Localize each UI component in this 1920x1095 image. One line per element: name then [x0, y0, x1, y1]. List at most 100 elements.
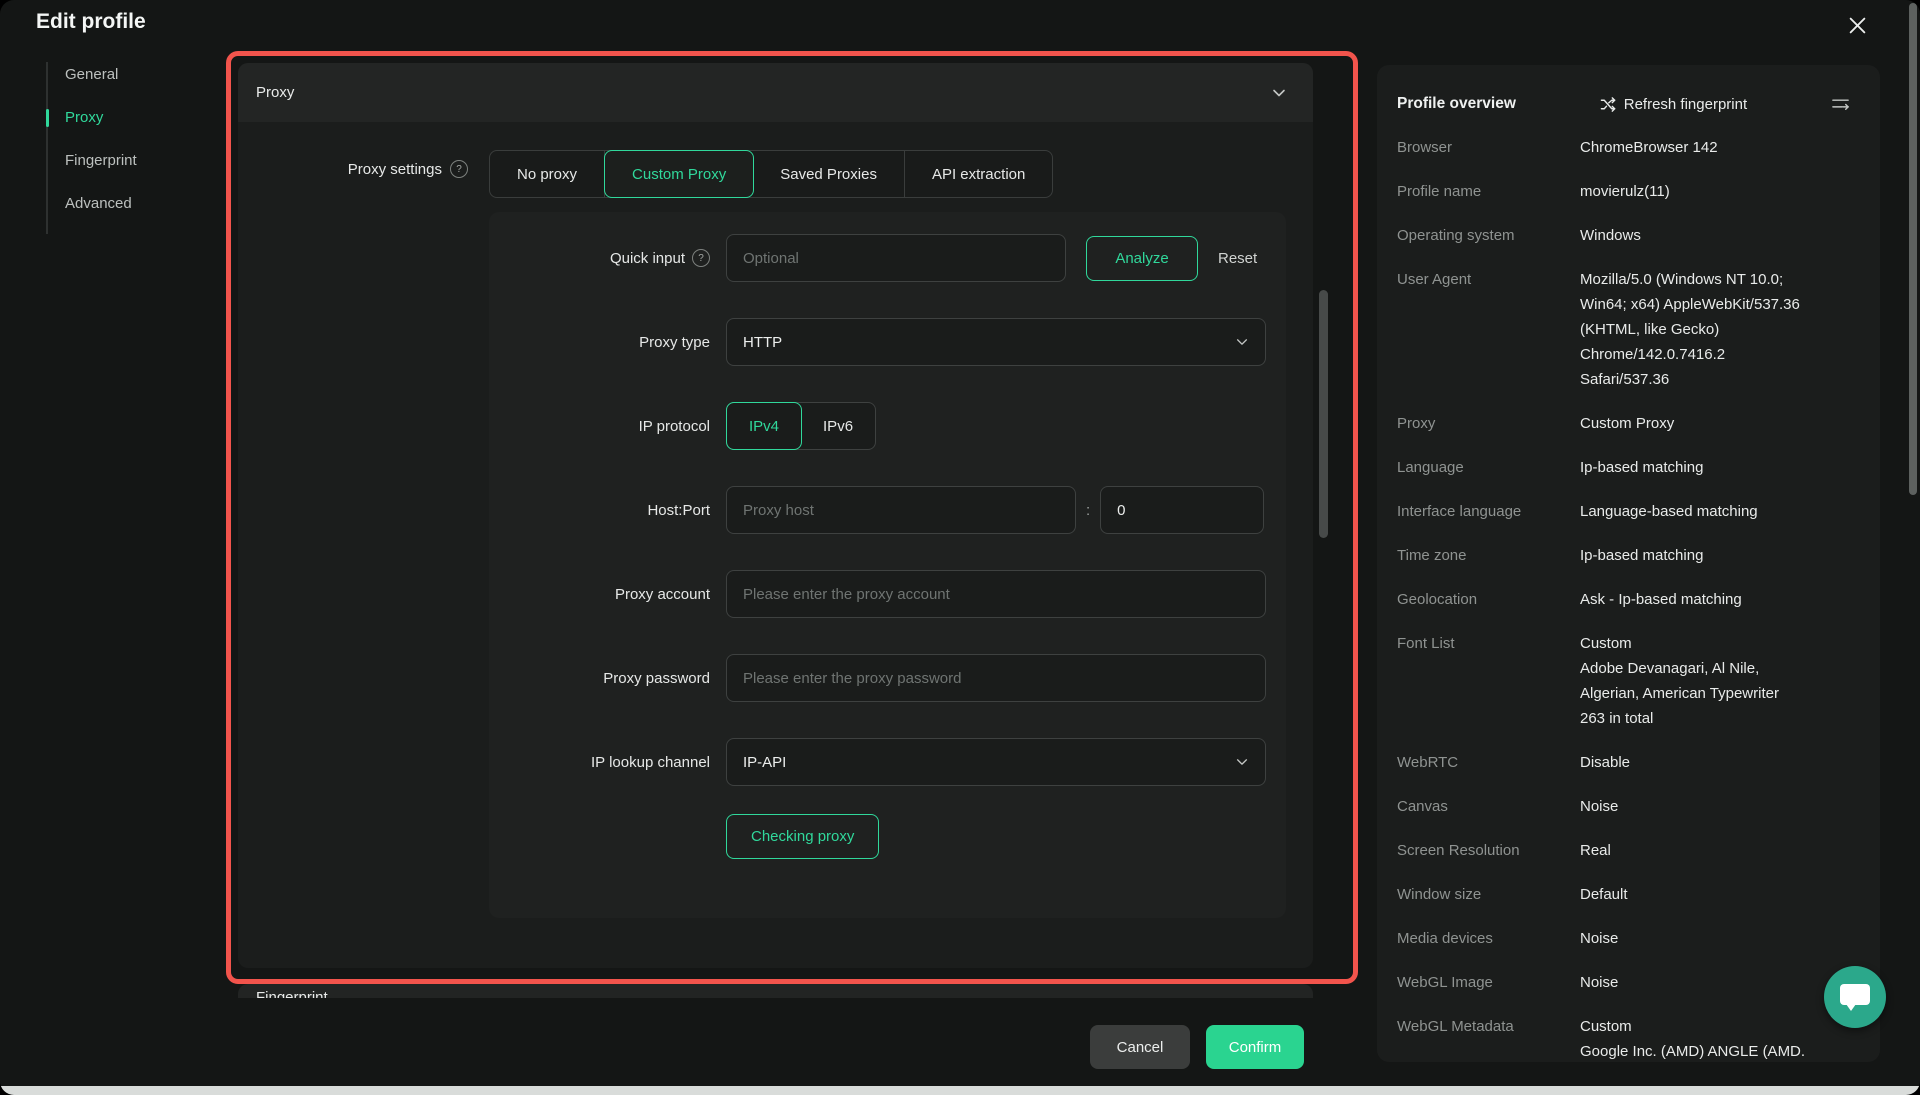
overview-row: WebRTC Disable	[1397, 750, 1850, 775]
overview-row-value: Noise	[1580, 930, 1619, 947]
chevron-down-icon	[1235, 335, 1249, 349]
edit-profile-modal: Edit profile General Proxy Fingerprint Adva…	[0, 0, 1920, 1095]
quick-input-label: Quick input ?	[489, 249, 710, 267]
overview-row: Operating system Windows	[1397, 223, 1850, 248]
overview-row-label: Interface language	[1397, 503, 1522, 520]
overview-row: Geolocation Ask - Ip-based matching	[1397, 587, 1850, 612]
overview-row-value: Default	[1580, 886, 1628, 903]
overview-row-value: Noise	[1580, 974, 1619, 991]
overview-row: Screen Resolution Real	[1397, 838, 1850, 863]
sidebar-nav: General Proxy Fingerprint Advanced	[46, 62, 137, 234]
confirm-button[interactable]: Confirm	[1206, 1025, 1304, 1069]
proxy-password-label: Proxy password	[603, 669, 710, 687]
reset-button[interactable]: Reset	[1218, 250, 1257, 267]
chat-widget-button[interactable]	[1824, 966, 1886, 1028]
chat-bubble-icon	[1840, 984, 1870, 1011]
proxy-type-select[interactable]: HTTP	[726, 318, 1266, 366]
overview-row: WebGL Metadata Custom Google Inc. (AMD) …	[1397, 1014, 1850, 1062]
close-icon[interactable]	[1844, 12, 1870, 38]
content-scrollbar-thumb[interactable]	[1319, 290, 1328, 538]
overview-row-label: Browser	[1397, 139, 1453, 156]
shuffle-icon	[1600, 96, 1617, 113]
tab-no-proxy[interactable]: No proxy	[490, 151, 606, 197]
overview-row-label: Screen Resolution	[1397, 842, 1520, 859]
overview-row-value: ChromeBrowser 142	[1580, 139, 1718, 156]
overview-row-value: Language-based matching	[1580, 503, 1758, 520]
proxy-section-title: Proxy	[256, 84, 295, 101]
overview-row-label: Window size	[1397, 886, 1482, 903]
overview-row-value: Custom Adobe Devanagari, Al Nile, Algeri…	[1580, 635, 1779, 727]
overview-row-label: Profile name	[1397, 183, 1482, 200]
host-port-label: Host:Port	[647, 501, 710, 519]
modal-footer: Cancel Confirm	[0, 998, 1377, 1095]
page-title: Edit profile	[36, 10, 146, 33]
refresh-fingerprint-label: Refresh fingerprint	[1623, 95, 1748, 113]
overview-title: Profile overview	[1397, 95, 1516, 112]
proxy-account-label: Proxy account	[614, 585, 710, 603]
sidebar-item-fingerprint[interactable]: Fingerprint	[48, 148, 137, 174]
cancel-button[interactable]: Cancel	[1090, 1025, 1190, 1069]
ip-lookup-select[interactable]: IP-API	[726, 738, 1266, 786]
chevron-down-icon[interactable]	[1271, 85, 1287, 101]
sidebar-item-proxy[interactable]: Proxy	[46, 105, 137, 131]
overview-row: Proxy Custom Proxy	[1397, 411, 1850, 436]
overview-row-value: Ip-based matching	[1580, 547, 1704, 564]
overview-row-value: Ask - Ip-based matching	[1580, 591, 1742, 608]
overview-row-value: Mozilla/5.0 (Windows NT 10.0; Win64; x64…	[1580, 271, 1800, 388]
proxy-password-input[interactable]	[726, 654, 1266, 702]
ip-protocol-option-ipv6[interactable]: IPv6	[801, 403, 875, 449]
overview-row-label: Language	[1397, 459, 1464, 476]
overview-row: Time zone Ip-based matching	[1397, 543, 1850, 568]
ip-protocol-row: IP protocol IPv4 IPv6	[489, 402, 1286, 450]
overview-row-label: Proxy	[1397, 415, 1436, 432]
overview-scrollbar-thumb[interactable]	[1909, 3, 1917, 495]
proxy-settings-label: Proxy settings	[347, 160, 442, 178]
sidebar-item-general[interactable]: General	[48, 62, 137, 88]
overview-row-label: Canvas	[1397, 798, 1448, 815]
overview-row-label: Font List	[1397, 635, 1455, 652]
overview-row-value: Windows	[1580, 227, 1641, 244]
help-icon[interactable]: ?	[692, 249, 710, 267]
overview-row-label: Geolocation	[1397, 591, 1478, 608]
overview-row: WebGL Image Noise	[1397, 970, 1850, 995]
help-icon[interactable]: ?	[450, 160, 468, 178]
custom-proxy-form-panel: Quick input ? Analyze Reset Proxy type H…	[489, 212, 1286, 918]
proxy-section-header[interactable]: Proxy	[238, 63, 1313, 122]
overview-row: Interface language Language-based matchi…	[1397, 499, 1850, 524]
proxy-host-input[interactable]	[726, 486, 1076, 534]
check-proxy-row: Checking proxy	[489, 814, 1286, 859]
overview-row-label: User Agent	[1397, 271, 1472, 288]
proxy-port-input[interactable]	[1100, 486, 1265, 534]
overview-row-value: Ip-based matching	[1580, 459, 1704, 476]
ip-lookup-value: IP-API	[743, 753, 787, 771]
bottom-edge-strip	[0, 1086, 1920, 1095]
proxy-mode-tabs: No proxy Custom Proxy Saved Proxies API ext…	[489, 150, 1054, 198]
overview-row-value: Real	[1580, 842, 1611, 859]
overview-row: Browser ChromeBrowser 142	[1397, 135, 1850, 160]
proxy-type-row: Proxy type HTTP	[489, 318, 1286, 366]
proxy-settings-label-row: Proxy settings ?	[238, 160, 468, 178]
overview-row-value: Custom Proxy	[1580, 415, 1675, 432]
proxy-account-row: Proxy account	[489, 570, 1286, 618]
chevron-down-icon	[1235, 755, 1249, 769]
profile-overview-panel: Profile overview Refresh fingerprint Bro…	[1377, 65, 1880, 1062]
host-port-separator: :	[1086, 501, 1091, 519]
tab-saved-proxies[interactable]: Saved Proxies	[753, 151, 905, 197]
overview-row-value: Noise	[1580, 798, 1619, 815]
quick-input-field[interactable]	[726, 234, 1066, 282]
refresh-fingerprint-button[interactable]: Refresh fingerprint	[1600, 96, 1747, 113]
overview-row: User Agent Mozilla/5.0 (Windows NT 10.0;…	[1397, 267, 1850, 392]
proxy-account-input[interactable]	[726, 570, 1266, 618]
overview-row: Window size Default	[1397, 882, 1850, 907]
tab-custom-proxy[interactable]: Custom Proxy	[604, 150, 755, 198]
ip-protocol-option-ipv4[interactable]: IPv4	[726, 402, 803, 450]
checking-proxy-button[interactable]: Checking proxy	[726, 814, 880, 859]
sidebar-item-advanced[interactable]: Advanced	[48, 191, 137, 217]
collapse-panel-icon[interactable]	[1831, 96, 1850, 112]
overview-row-label: Time zone	[1397, 547, 1467, 564]
ip-lookup-row: IP lookup channel IP-API	[489, 738, 1286, 786]
analyze-button[interactable]: Analyze	[1086, 235, 1198, 281]
overview-row-label: WebGL Metadata	[1397, 1018, 1514, 1035]
overview-row-value: Disable	[1580, 754, 1631, 771]
tab-api-extraction[interactable]: API extraction	[905, 151, 1052, 197]
